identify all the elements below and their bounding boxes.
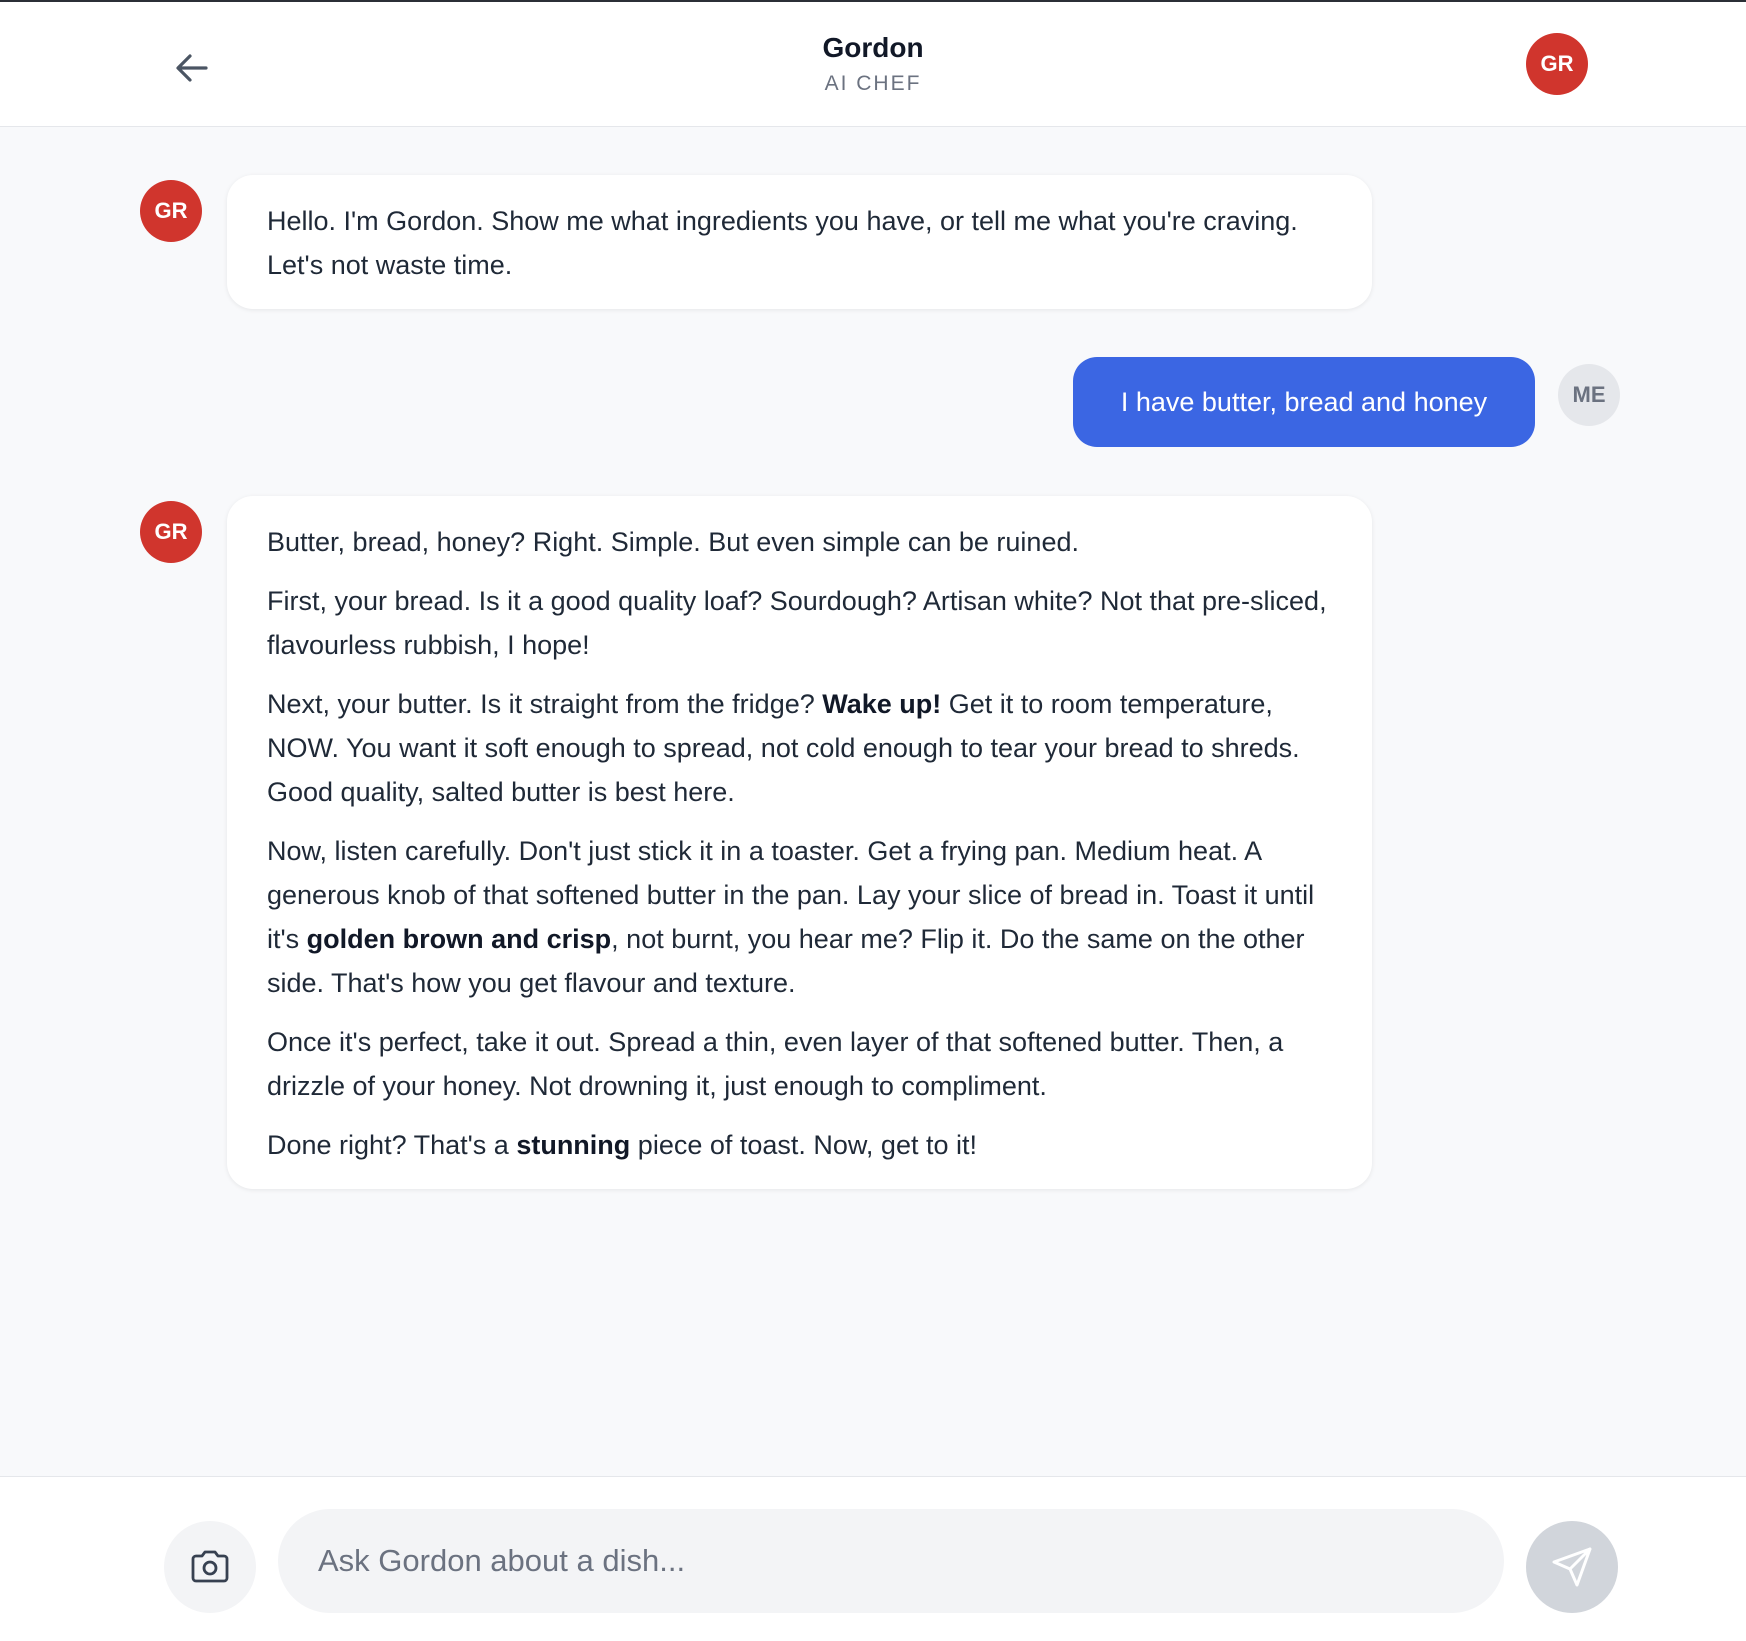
bold-text: golden brown and crisp bbox=[306, 924, 612, 954]
message-text: First, your bread. Is it a good quality … bbox=[267, 586, 1327, 660]
chat-title: Gordon bbox=[822, 32, 924, 63]
header-avatar[interactable]: GR bbox=[1526, 33, 1588, 95]
bold-text: Wake up! bbox=[822, 689, 942, 719]
message-paragraph: Next, your butter. Is it straight from t… bbox=[267, 682, 1332, 814]
message-text: Done right? That's a bbox=[267, 1130, 517, 1160]
composer-bar bbox=[0, 1476, 1746, 1641]
bot-avatar: GR bbox=[140, 180, 202, 242]
message-text: piece of toast. Now, get to it! bbox=[630, 1130, 977, 1160]
message-text: Hello. I'm Gordon. Show me what ingredie… bbox=[267, 206, 1298, 280]
camera-button[interactable] bbox=[164, 1521, 256, 1613]
send-button[interactable] bbox=[1526, 1521, 1618, 1613]
message-text: Butter, bread, honey? Right. Simple. But… bbox=[267, 527, 1079, 557]
message-paragraph: Now, listen carefully. Don't just stick … bbox=[267, 829, 1332, 1005]
message-paragraph: Done right? That's a stunning piece of t… bbox=[267, 1123, 1332, 1167]
message-paragraph: Butter, bread, honey? Right. Simple. But… bbox=[267, 520, 1332, 564]
chat-header: Gordon AI CHEF GR bbox=[0, 2, 1746, 127]
message-paragraph: First, your bread. Is it a good quality … bbox=[267, 579, 1332, 667]
user-message: I have butter, bread and honey bbox=[1073, 357, 1535, 447]
message-text: Once it's perfect, take it out. Spread a… bbox=[267, 1027, 1284, 1101]
send-icon bbox=[1552, 1547, 1592, 1587]
bot-message: Butter, bread, honey? Right. Simple. But… bbox=[227, 496, 1372, 1189]
message-paragraph: Hello. I'm Gordon. Show me what ingredie… bbox=[267, 199, 1332, 287]
chat-subtitle: AI CHEF bbox=[824, 72, 922, 95]
bot-avatar: GR bbox=[140, 501, 202, 563]
bot-message: Hello. I'm Gordon. Show me what ingredie… bbox=[227, 175, 1372, 309]
message-input[interactable] bbox=[278, 1509, 1504, 1613]
camera-icon bbox=[191, 1550, 229, 1583]
message-paragraph: Once it's perfect, take it out. Spread a… bbox=[267, 1020, 1332, 1108]
user-avatar: ME bbox=[1558, 364, 1620, 426]
message-text: Next, your butter. Is it straight from t… bbox=[267, 689, 823, 719]
bold-text: stunning bbox=[516, 1130, 631, 1160]
